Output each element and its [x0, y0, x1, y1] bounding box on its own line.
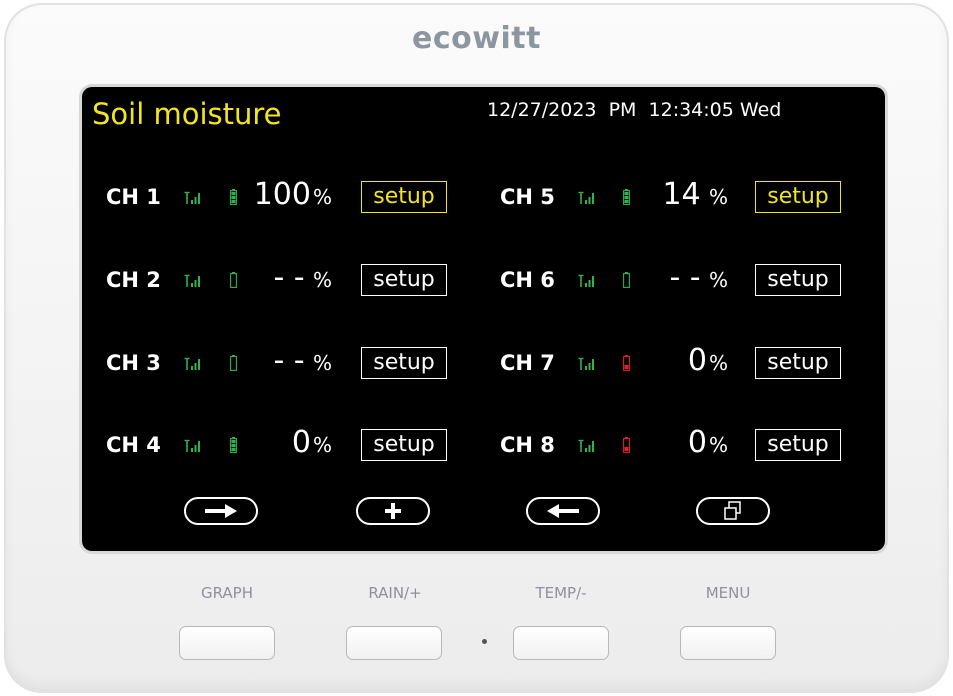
previous-page-button[interactable]	[526, 497, 600, 525]
moisture-number: - -	[273, 343, 305, 378]
battery-icon	[230, 437, 237, 453]
pages-button[interactable]	[696, 497, 770, 525]
moisture-number: 14	[662, 177, 701, 212]
moisture-unit: %	[306, 351, 332, 375]
channel-label-ch8: CH 8	[500, 433, 555, 457]
page-title: Soil moisture	[92, 97, 282, 131]
moisture-unit: %	[708, 433, 728, 457]
setup-button-ch2[interactable]: setup	[361, 264, 447, 296]
add-button[interactable]	[356, 497, 430, 525]
moisture-value-ch8: 0%	[648, 425, 728, 460]
indicator-dot	[482, 639, 487, 644]
setup-button-ch8[interactable]: setup	[755, 429, 841, 461]
date-time: 12/27/2023 PM 12:34:05 Wed	[487, 99, 782, 121]
graph-button[interactable]	[179, 626, 275, 660]
battery-icon	[230, 355, 237, 371]
moisture-unit: %	[312, 433, 332, 457]
channel-label-ch7: CH 7	[500, 351, 555, 375]
moisture-unit: %	[306, 268, 332, 292]
moisture-number: 0	[687, 343, 707, 378]
moisture-value-ch2: - - %	[252, 260, 332, 295]
channel-label-ch3: CH 3	[106, 351, 161, 375]
moisture-value-ch3: - - %	[252, 343, 332, 378]
battery-icon	[623, 437, 630, 453]
plus-icon	[385, 503, 401, 519]
signal-icon	[184, 274, 202, 288]
moisture-value-ch7: 0%	[648, 343, 728, 378]
signal-icon	[578, 191, 596, 205]
setup-button-ch3[interactable]: setup	[361, 347, 447, 379]
channel-label-ch5: CH 5	[500, 185, 555, 209]
channel-label-ch2: CH 2	[106, 268, 161, 292]
moisture-number: 0	[687, 425, 707, 460]
moisture-number: - -	[669, 260, 701, 295]
moisture-unit: %	[312, 185, 332, 209]
moisture-number: 100	[253, 177, 311, 212]
battery-icon	[230, 189, 237, 205]
menu-button-label: MENU	[705, 584, 751, 602]
weather-console: ecowitt Soil moisture 12/27/2023 PM 12:3…	[4, 3, 949, 693]
display-screen: Soil moisture 12/27/2023 PM 12:34:05 Wed…	[82, 87, 885, 551]
moisture-number: - -	[273, 260, 305, 295]
moisture-unit: %	[702, 185, 728, 209]
pages-icon	[724, 501, 741, 520]
setup-button-ch1[interactable]: setup	[361, 181, 447, 213]
moisture-value-ch4: 0%	[252, 425, 332, 460]
signal-icon	[578, 439, 596, 453]
battery-icon	[623, 189, 630, 205]
moisture-value-ch6: - - %	[648, 260, 728, 295]
signal-icon	[578, 274, 596, 288]
signal-icon	[184, 191, 202, 205]
rain-plus-button[interactable]	[346, 626, 442, 660]
moisture-number: 0	[291, 425, 311, 460]
rain-button-label: RAIN/+	[368, 584, 422, 602]
setup-button-ch4[interactable]: setup	[361, 429, 447, 461]
moisture-value-ch1: 100%	[252, 177, 332, 212]
arrow-right-icon	[205, 504, 237, 518]
moisture-unit: %	[708, 351, 728, 375]
channel-label-ch1: CH 1	[106, 185, 161, 209]
battery-icon	[623, 355, 630, 371]
brand-logo: ecowitt	[412, 21, 541, 56]
menu-button[interactable]	[680, 626, 776, 660]
setup-button-ch5[interactable]: setup	[755, 181, 841, 213]
channel-label-ch6: CH 6	[500, 268, 555, 292]
battery-icon	[623, 272, 630, 288]
arrow-left-icon	[547, 504, 579, 518]
next-page-button[interactable]	[184, 497, 258, 525]
moisture-unit: %	[702, 268, 728, 292]
channel-label-ch4: CH 4	[106, 433, 161, 457]
setup-button-ch7[interactable]: setup	[755, 347, 841, 379]
signal-icon	[578, 357, 596, 371]
graph-button-label: GRAPH	[200, 584, 254, 602]
signal-icon	[184, 357, 202, 371]
signal-icon	[184, 439, 202, 453]
temp-button-label: TEMP/-	[535, 584, 587, 602]
battery-icon	[230, 272, 237, 288]
moisture-value-ch5: 14 %	[648, 177, 728, 212]
temp-minus-button[interactable]	[513, 626, 609, 660]
setup-button-ch6[interactable]: setup	[755, 264, 841, 296]
